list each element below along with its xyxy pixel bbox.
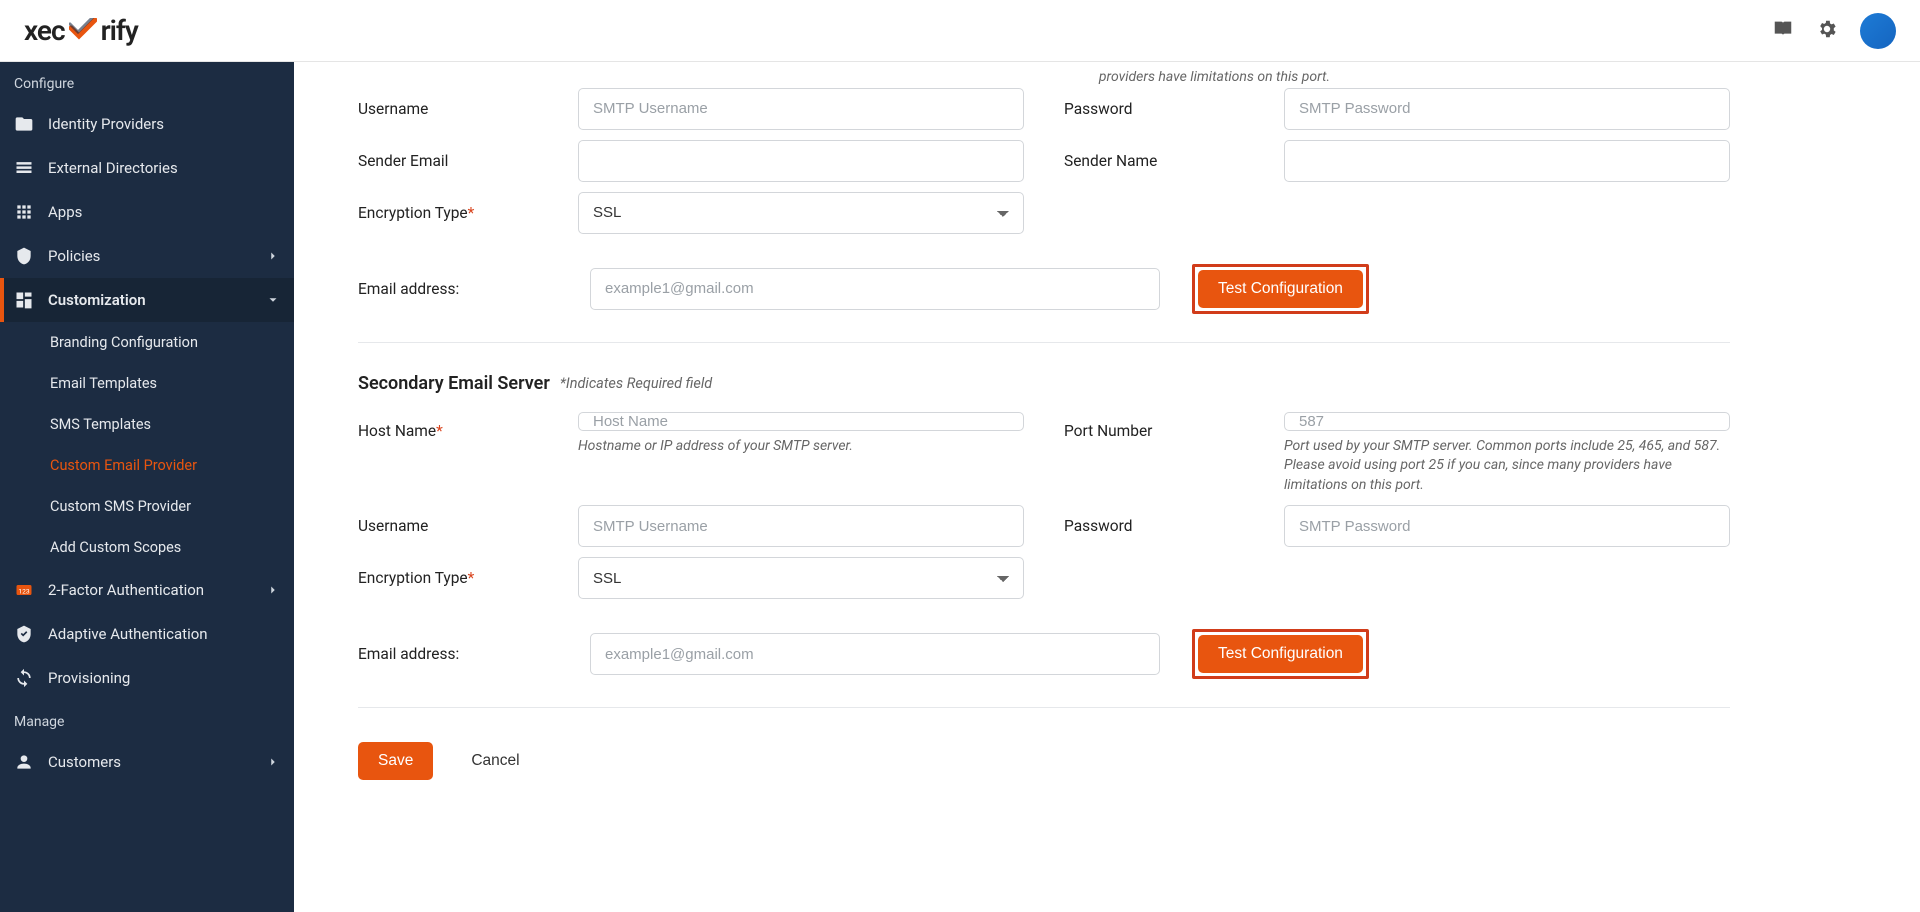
host-name-input[interactable] bbox=[578, 412, 1024, 431]
smtp-password-input-2[interactable] bbox=[1284, 505, 1730, 547]
sidebar-label: Provisioning bbox=[48, 669, 130, 687]
sidebar-item-identity-providers[interactable]: Identity Providers bbox=[0, 102, 294, 146]
sidebar-label: Identity Providers bbox=[48, 115, 164, 133]
test-email-input-2[interactable] bbox=[590, 633, 1160, 675]
user-avatar[interactable] bbox=[1860, 13, 1896, 49]
label-sender-name: Sender Name bbox=[1064, 152, 1264, 170]
encryption-type-select-2[interactable]: SSL bbox=[578, 557, 1024, 599]
cancel-button[interactable]: Cancel bbox=[451, 742, 539, 780]
sidebar-label: Policies bbox=[48, 247, 100, 265]
test-email-input-1[interactable] bbox=[590, 268, 1160, 310]
label-email-address-2: Email address: bbox=[358, 645, 558, 663]
host-help: Hostname or IP address of your SMTP serv… bbox=[578, 437, 1024, 457]
sidebar-section-manage: Manage bbox=[0, 700, 294, 740]
sidebar-label: Apps bbox=[48, 203, 82, 221]
label-encryption-type-2: Encryption Type* bbox=[358, 569, 558, 587]
label-encryption-type: Encryption Type* bbox=[358, 204, 558, 222]
chevron-right-icon bbox=[266, 583, 280, 597]
sidebar-item-customers[interactable]: Customers bbox=[0, 740, 294, 784]
label-password-2: Password bbox=[1064, 517, 1264, 535]
sidebar-item-external-directories[interactable]: External Directories bbox=[0, 146, 294, 190]
sidebar-item-customization[interactable]: Customization bbox=[0, 278, 294, 322]
label-host-name: Host Name* bbox=[358, 412, 558, 440]
port-help-partial: providers have limitations on this port. bbox=[1099, 62, 1730, 88]
label-username: Username bbox=[358, 100, 558, 118]
sidebar-item-apps[interactable]: Apps bbox=[0, 190, 294, 234]
sidebar: Configure Identity Providers External Di… bbox=[0, 62, 294, 912]
sidebar-sub-email-templates[interactable]: Email Templates bbox=[0, 363, 294, 404]
sidebar-submenu-customization: Branding Configuration Email Templates S… bbox=[0, 322, 294, 568]
label-password: Password bbox=[1064, 100, 1264, 118]
sidebar-sub-custom-scopes[interactable]: Add Custom Scopes bbox=[0, 527, 294, 568]
sidebar-sub-custom-email[interactable]: Custom Email Provider bbox=[0, 445, 294, 486]
gear-icon[interactable] bbox=[1816, 18, 1838, 44]
main-content: providers have limitations on this port.… bbox=[294, 62, 1920, 912]
test-config-highlight-2: Test Configuration bbox=[1192, 629, 1369, 679]
sidebar-section-configure: Configure bbox=[0, 62, 294, 102]
sidebar-label: External Directories bbox=[48, 159, 178, 177]
divider-2 bbox=[358, 707, 1730, 708]
sidebar-sub-branding[interactable]: Branding Configuration bbox=[0, 322, 294, 363]
chevron-down-icon bbox=[266, 293, 280, 307]
sidebar-item-2fa[interactable]: 123 2-Factor Authentication bbox=[0, 568, 294, 612]
label-username-2: Username bbox=[358, 517, 558, 535]
label-port-number: Port Number bbox=[1064, 412, 1264, 440]
brand-logo: xec rify bbox=[24, 14, 138, 47]
chevron-right-icon bbox=[266, 755, 280, 769]
label-email-address: Email address: bbox=[358, 280, 558, 298]
encryption-type-select[interactable]: SSL bbox=[578, 192, 1024, 234]
sidebar-item-adaptive-auth[interactable]: Adaptive Authentication bbox=[0, 612, 294, 656]
sidebar-item-policies[interactable]: Policies bbox=[0, 234, 294, 278]
save-button[interactable]: Save bbox=[358, 742, 433, 780]
sender-name-input[interactable] bbox=[1284, 140, 1730, 182]
sidebar-label: Customization bbox=[48, 291, 146, 309]
smtp-username-input[interactable] bbox=[578, 88, 1024, 130]
divider bbox=[358, 342, 1730, 343]
chevron-right-icon bbox=[266, 249, 280, 263]
sidebar-label: Customers bbox=[48, 753, 121, 771]
required-hint: *Indicates Required field bbox=[560, 375, 712, 392]
test-config-highlight-1: Test Configuration bbox=[1192, 264, 1369, 314]
port-help: Port used by your SMTP server. Common po… bbox=[1284, 437, 1730, 496]
port-number-input[interactable] bbox=[1284, 412, 1730, 431]
label-sender-email: Sender Email bbox=[358, 152, 558, 170]
sidebar-label: Adaptive Authentication bbox=[48, 625, 208, 643]
guide-icon[interactable] bbox=[1772, 18, 1794, 44]
app-header: xec rify bbox=[0, 0, 1920, 62]
smtp-username-input-2[interactable] bbox=[578, 505, 1024, 547]
logo-check-icon bbox=[69, 14, 97, 47]
smtp-password-input[interactable] bbox=[1284, 88, 1730, 130]
sender-email-input[interactable] bbox=[578, 140, 1024, 182]
secondary-email-server-heading: Secondary Email Server *Indicates Requir… bbox=[358, 373, 1730, 394]
sidebar-label: 2-Factor Authentication bbox=[48, 581, 204, 599]
test-configuration-button-1[interactable]: Test Configuration bbox=[1198, 270, 1363, 308]
test-configuration-button-2[interactable]: Test Configuration bbox=[1198, 635, 1363, 673]
sidebar-sub-custom-sms[interactable]: Custom SMS Provider bbox=[0, 486, 294, 527]
svg-text:123: 123 bbox=[18, 587, 29, 595]
sidebar-sub-sms-templates[interactable]: SMS Templates bbox=[0, 404, 294, 445]
sidebar-item-provisioning[interactable]: Provisioning bbox=[0, 656, 294, 700]
